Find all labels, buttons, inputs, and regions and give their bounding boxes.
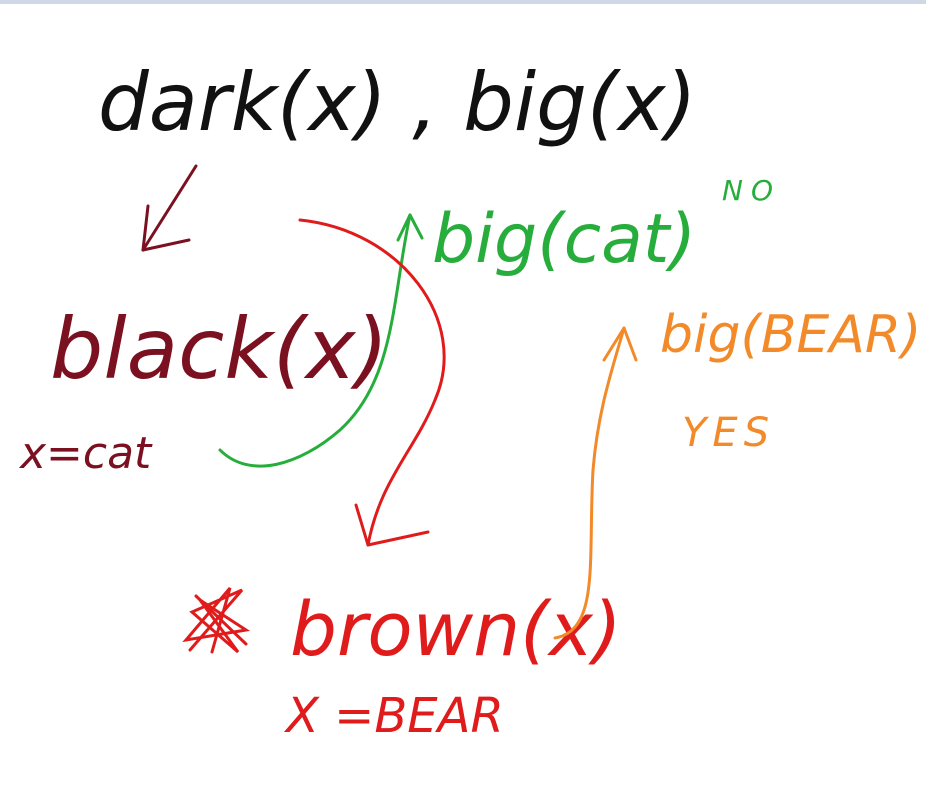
- x-equals-bear-text: X =BEAR: [283, 688, 504, 744]
- big-bear-text: big(BEAR): [660, 305, 921, 365]
- yes-text: YES: [682, 410, 775, 456]
- x-equals-cat-text: x=cat: [18, 428, 153, 479]
- dark-red-arrow: [141, 164, 198, 252]
- query-text: dark(x) , big(x): [98, 56, 697, 149]
- no-text: NO: [722, 174, 781, 207]
- big-cat-text: big(cat): [432, 200, 696, 279]
- black-x-text: black(x): [50, 300, 388, 398]
- red-scribble: [182, 587, 251, 654]
- whiteboard-canvas: dark(x) , big(x) black(x) x=cat big(cat)…: [18, 56, 921, 744]
